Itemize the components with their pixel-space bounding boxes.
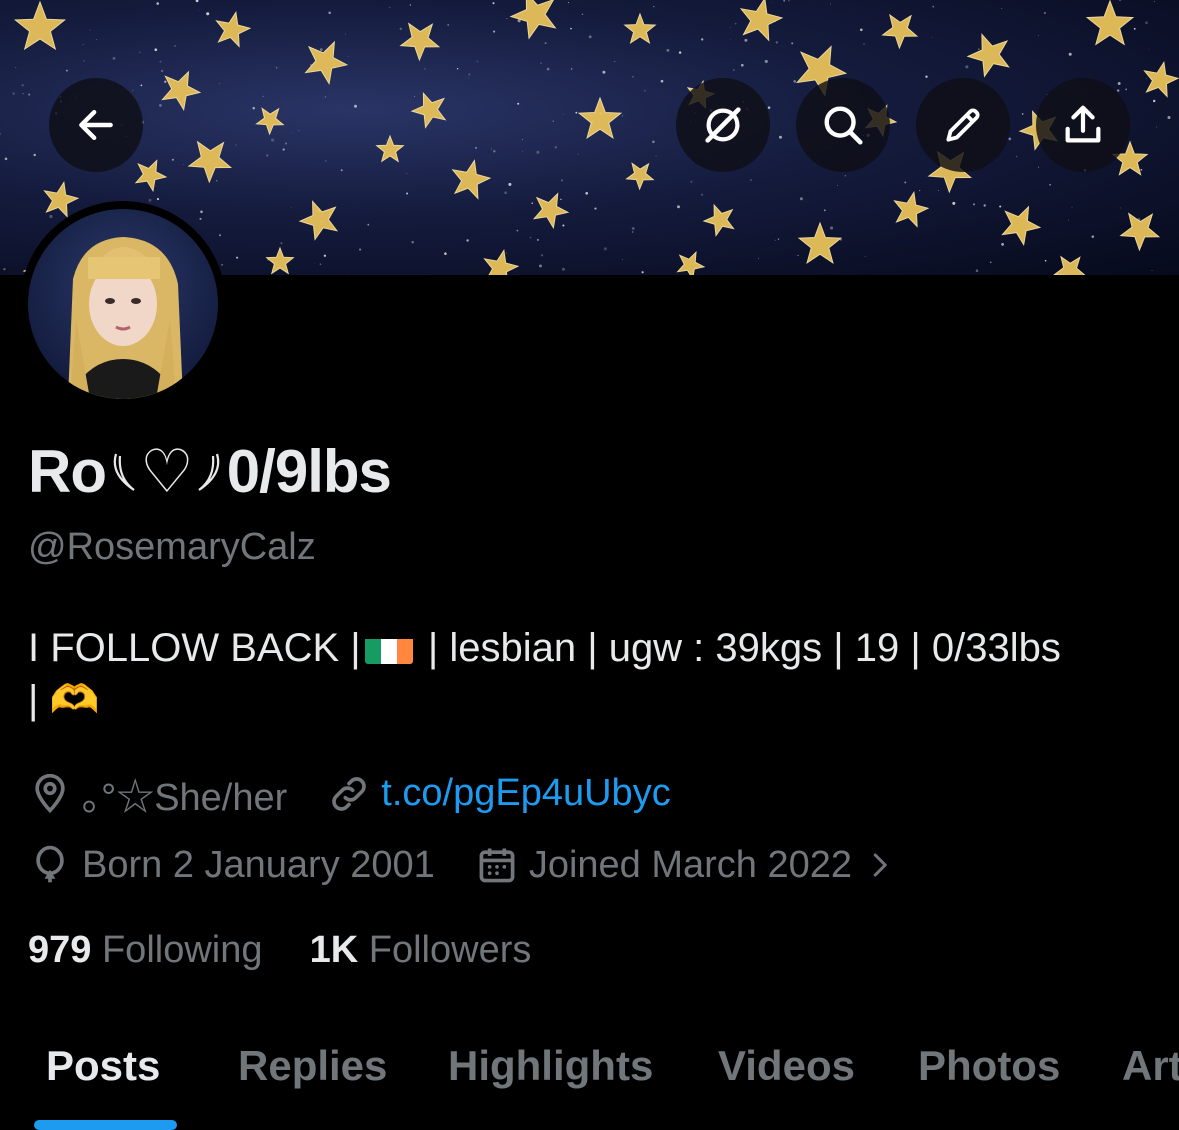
followers-stat[interactable]: 1K Followers bbox=[310, 929, 532, 971]
birth-date: Born 2 January 2001 bbox=[82, 843, 435, 886]
location-text: ｡°☆She/her bbox=[82, 777, 288, 819]
profile-meta-row-1: ｡°☆She/her t.co/pgEp4uUbyc bbox=[28, 766, 671, 821]
back-arrow-icon bbox=[79, 109, 113, 141]
following-stat[interactable]: 979 Following bbox=[28, 929, 263, 971]
share-icon bbox=[1065, 105, 1101, 143]
tab-videos[interactable]: Videos bbox=[718, 1042, 855, 1090]
ireland-flag-icon bbox=[364, 632, 413, 664]
profile-bio: I FOLLOW BACK | | lesbian | ugw : 39kgs … bbox=[28, 626, 1061, 722]
heart-hands-emoji: 🫶 bbox=[49, 678, 100, 722]
chevron-right-icon[interactable] bbox=[864, 847, 894, 883]
profile-link[interactable]: t.co/pgEp4uUbyc bbox=[381, 772, 670, 815]
calendar-icon bbox=[475, 843, 519, 887]
join-date[interactable]: Joined March 2022 bbox=[529, 844, 852, 887]
back-button[interactable] bbox=[49, 78, 143, 172]
active-tab-indicator bbox=[34, 1120, 177, 1130]
share-button[interactable] bbox=[1036, 78, 1130, 172]
tab-posts[interactable]: Posts bbox=[46, 1042, 160, 1090]
search-icon bbox=[824, 106, 863, 145]
tab-photos[interactable]: Photos bbox=[918, 1042, 1060, 1090]
wing-left-icon bbox=[113, 453, 135, 491]
edit-icon bbox=[946, 108, 980, 142]
search-button[interactable] bbox=[796, 78, 890, 172]
wing-right-icon bbox=[198, 453, 220, 491]
username-handle: @RosemaryCalz bbox=[28, 526, 316, 568]
location-pin-icon bbox=[28, 772, 72, 816]
tab-highlights[interactable]: Highlights bbox=[448, 1042, 653, 1090]
edit-button[interactable] bbox=[916, 78, 1010, 172]
link-icon bbox=[327, 772, 371, 816]
balloon-icon bbox=[28, 843, 72, 887]
profile-tabs: Posts Replies Highlights Videos Photos A… bbox=[0, 1030, 1179, 1130]
grok-button[interactable] bbox=[676, 78, 770, 172]
display-name: Ro ♡ 0/9lbs bbox=[28, 438, 392, 505]
follow-stats: 979 Following 1K Followers bbox=[28, 929, 531, 972]
tab-replies[interactable]: Replies bbox=[238, 1042, 387, 1090]
tab-articles[interactable]: Art bbox=[1122, 1042, 1179, 1090]
avatar-image bbox=[28, 209, 218, 399]
grok-icon bbox=[705, 107, 741, 143]
profile-meta-row-2: Born 2 January 2001 Joined March 2022 bbox=[28, 843, 894, 887]
avatar[interactable] bbox=[20, 201, 226, 407]
